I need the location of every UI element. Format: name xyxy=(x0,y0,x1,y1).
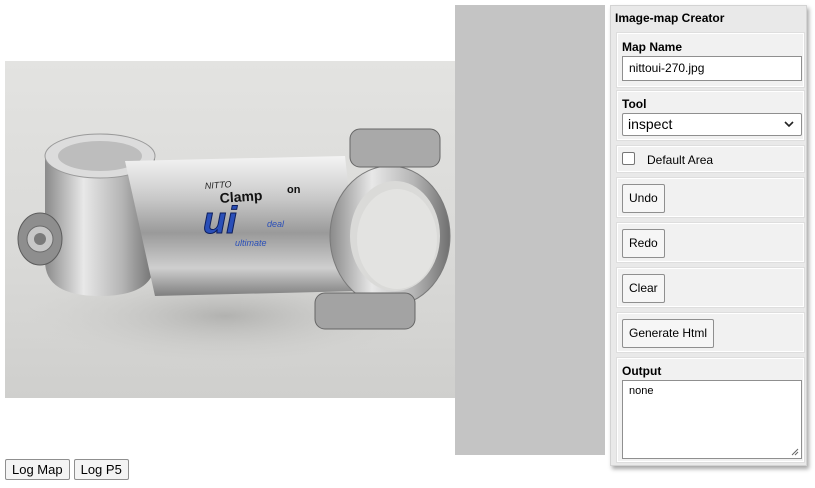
map-name-input[interactable]: nittoui-270.jpg xyxy=(622,56,802,81)
redo-section: Redo xyxy=(616,222,805,263)
default-area-section: Default Area xyxy=(616,145,805,173)
output-label: Output xyxy=(622,364,662,378)
stem-photo[interactable]: NITTO Clamp on ui deal ultimate xyxy=(5,61,455,398)
tool-selected-value: inspect xyxy=(628,116,673,132)
ultimate-text: ultimate xyxy=(235,238,267,248)
tool-select[interactable]: inspect xyxy=(622,113,802,136)
map-canvas-area[interactable] xyxy=(455,5,605,455)
clear-button[interactable]: Clear xyxy=(622,274,665,303)
image-map-creator-panel: Image-map Creator Map Name nittoui-270.j… xyxy=(610,5,807,466)
deal-text: deal xyxy=(267,219,285,229)
output-value: none xyxy=(629,385,654,397)
log-map-button[interactable]: Log Map xyxy=(5,459,70,480)
generate-section: Generate Html xyxy=(616,312,805,353)
stem-photo-drawing: NITTO Clamp on ui deal ultimate xyxy=(5,128,451,371)
map-name-section: Map Name nittoui-270.jpg xyxy=(616,32,805,88)
panel-title: Image-map Creator xyxy=(615,11,725,25)
output-section: Output none xyxy=(616,357,805,463)
clear-section: Clear xyxy=(616,267,805,308)
output-textarea[interactable]: none xyxy=(622,380,802,459)
chevron-down-icon xyxy=(784,121,794,128)
resize-handle-icon[interactable] xyxy=(791,448,799,456)
default-area-checkbox[interactable] xyxy=(622,152,635,165)
tool-section: Tool inspect xyxy=(616,90,805,141)
undo-section: Undo xyxy=(616,177,805,218)
default-area-label: Default Area xyxy=(647,153,714,167)
on-text: on xyxy=(287,184,301,196)
undo-button[interactable]: Undo xyxy=(622,184,665,213)
tool-label: Tool xyxy=(622,97,647,111)
log-p5-button[interactable]: Log P5 xyxy=(73,459,129,480)
log-buttons: Log Map Log P5 xyxy=(5,459,129,480)
map-name-label: Map Name xyxy=(622,40,683,54)
redo-button[interactable]: Redo xyxy=(622,229,665,258)
generate-html-button[interactable]: Generate Html xyxy=(622,319,715,348)
ui-logo-text: ui xyxy=(203,200,238,242)
